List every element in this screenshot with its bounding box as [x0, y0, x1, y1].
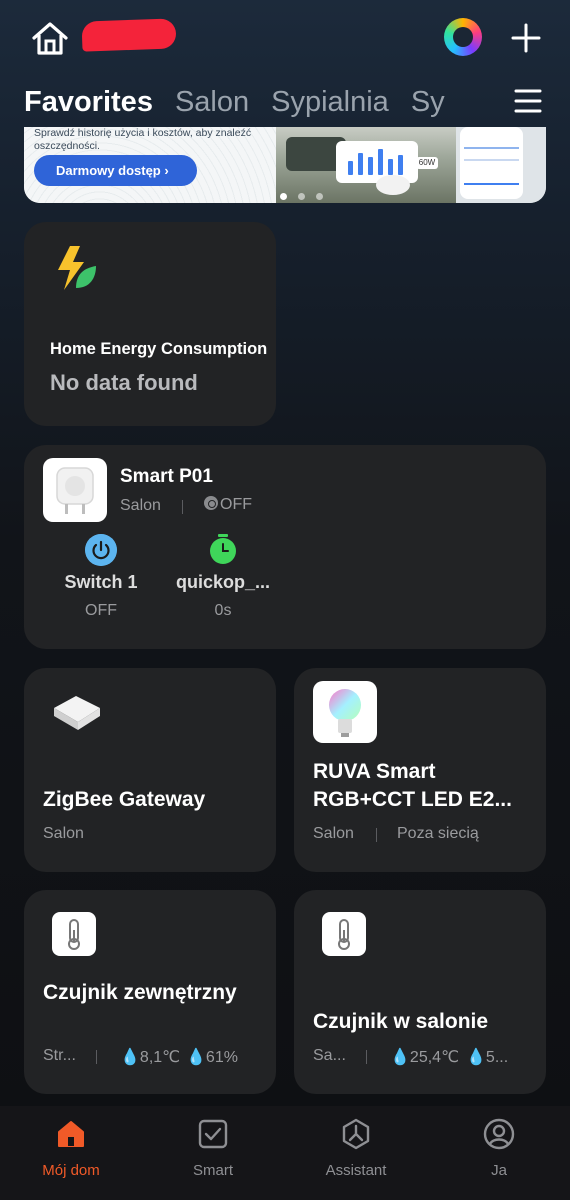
nav-smart[interactable]: Smart: [142, 1106, 284, 1200]
outdoor-temp: 💧8,1℃: [120, 1047, 180, 1067]
timer-icon[interactable]: [209, 534, 237, 564]
redacted-home-name[interactable]: [81, 18, 177, 52]
outdoor-sensor-card[interactable]: Czujnik zewnętrzny Str... 💧8,1℃ 💧61%: [24, 890, 276, 1094]
tab-salon[interactable]: Salon: [175, 84, 249, 120]
power-switch-icon[interactable]: [85, 534, 117, 566]
gateway-name: ZigBee Gateway: [43, 788, 206, 811]
room-tabs: Favorites Salon Sypialnia Sy: [24, 84, 494, 124]
assistant-icon: [342, 1118, 370, 1150]
divider: [182, 500, 183, 514]
nav-assistant[interactable]: Assistant: [285, 1106, 427, 1200]
bulb-room: Salon: [313, 825, 354, 842]
quickop-label[interactable]: quickop_...: [163, 572, 283, 593]
promo-banner[interactable]: Sprawdź historię użycia i kosztów, aby z…: [24, 127, 546, 203]
indoor-temp: 💧25,4℃: [390, 1047, 459, 1067]
drop-icon: 💧: [466, 1049, 486, 1066]
outdoor-sensor-name: Czujnik zewnętrzny: [43, 981, 237, 1004]
energy-bolt-leaf-icon: [58, 246, 96, 290]
switch-1-label[interactable]: Switch 1: [41, 572, 161, 593]
energy-title: Home Energy Consumption: [50, 340, 268, 358]
power-status-icon: [204, 496, 218, 510]
smart-plug-thumbnail: [43, 458, 107, 522]
phone-screenshot-illustration: [460, 127, 523, 199]
pagination-dot-active: [280, 193, 287, 200]
tab-sypialnia[interactable]: Sypialnia: [271, 84, 389, 120]
plug-name: Smart P01: [120, 466, 213, 487]
plug-room: Salon: [120, 497, 161, 514]
outdoor-sensor-room: Str...: [43, 1047, 76, 1064]
power-badge: 60W: [416, 157, 438, 169]
outdoor-humidity-value: 61%: [205, 1049, 238, 1066]
home-icon: [58, 1121, 84, 1147]
banner-pagination: [280, 187, 334, 203]
thermometer-thumbnail: [52, 912, 96, 956]
plug-status: OFF: [204, 496, 252, 514]
drop-icon: 💧: [120, 1049, 140, 1066]
bulb-status: Poza siecią: [397, 825, 479, 842]
menu-icon[interactable]: [514, 88, 542, 114]
pagination-dot: [316, 193, 323, 200]
nav-my-home[interactable]: Mój dom: [0, 1106, 142, 1200]
switch-1-value: OFF: [85, 602, 117, 619]
nav-label: Smart: [192, 1162, 233, 1179]
free-access-button[interactable]: Darmowy dostęp ›: [34, 155, 197, 186]
smart-plug-card[interactable]: Smart P01 Salon OFF Switch 1 OFF quickop…: [24, 445, 546, 649]
energy-value: No data found: [50, 370, 198, 395]
bulb-icon: [329, 689, 361, 737]
indoor-temp-value: 25,4℃: [409, 1049, 460, 1066]
indoor-humidity-value: 5...: [485, 1049, 509, 1066]
home-icon[interactable]: [30, 20, 70, 56]
nav-label: Assistant: [325, 1162, 387, 1179]
banner-text: Sprawdź historię użycia i kosztów, aby z…: [34, 127, 252, 152]
zigbee-gateway-card[interactable]: ZigBee Gateway Salon: [24, 668, 276, 872]
indoor-sensor-room: Sa...: [313, 1047, 346, 1064]
thermometer-icon: [338, 919, 350, 950]
bottom-navigation: Mój dom Smart Assistant Ja: [0, 1106, 570, 1200]
thermometer-icon: [68, 919, 80, 950]
quickop-value: 0s: [214, 602, 232, 619]
energy-consumption-card[interactable]: Home Energy Consumption No data found: [24, 222, 276, 426]
plug-status-text: OFF: [220, 496, 252, 513]
ai-orb-icon[interactable]: [444, 18, 482, 56]
profile-icon: [483, 1118, 515, 1150]
usage-chart-illustration: [336, 141, 418, 183]
robot-vacuum-illustration: [376, 175, 410, 195]
indoor-humidity: 💧5...: [466, 1047, 508, 1067]
outdoor-humidity: 💧61%: [186, 1047, 238, 1067]
rgb-bulb-card[interactable]: RUVA Smart RGB+CCT LED E2... Salon Poza …: [294, 668, 546, 872]
gateway-icon: [54, 696, 100, 730]
free-access-label: Darmowy dostęp: [56, 163, 161, 178]
divider: [376, 828, 377, 842]
bulb-name: RUVA Smart RGB+CCT LED E2...: [313, 760, 512, 811]
indoor-sensor-card[interactable]: Czujnik w salonie Sa... 💧25,4℃ 💧5...: [294, 890, 546, 1094]
top-bar: [0, 0, 570, 80]
nav-label: Mój dom: [42, 1162, 100, 1179]
smart-check-icon: [198, 1119, 228, 1149]
bulb-thumbnail: [313, 681, 377, 743]
divider: [96, 1050, 97, 1064]
tab-favorites[interactable]: Favorites: [24, 84, 153, 120]
plus-icon[interactable]: [510, 22, 542, 54]
nav-me[interactable]: Ja: [428, 1106, 570, 1200]
pagination-dot: [298, 193, 305, 200]
indoor-sensor-name: Czujnik w salonie: [313, 1010, 489, 1033]
drop-icon: 💧: [390, 1049, 410, 1066]
tab-more[interactable]: Sy: [411, 84, 445, 120]
divider: [366, 1050, 367, 1064]
drop-icon: 💧: [186, 1049, 206, 1066]
smart-plug-icon: [56, 467, 94, 514]
thermometer-thumbnail: [322, 912, 366, 956]
gateway-room: Salon: [43, 825, 84, 842]
nav-label: Ja: [491, 1162, 507, 1179]
outdoor-temp-value: 8,1℃: [139, 1049, 181, 1066]
